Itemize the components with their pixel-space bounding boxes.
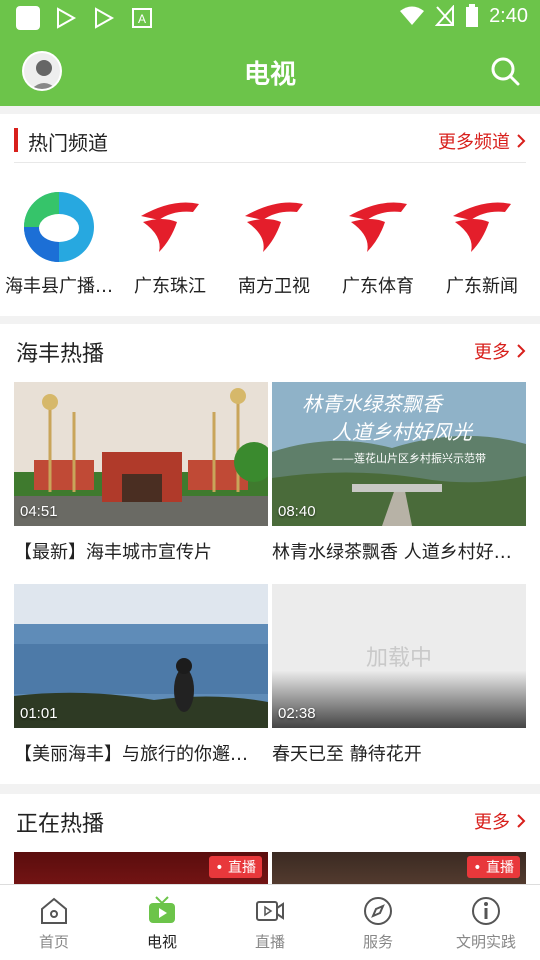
nav-home[interactable]: 首页 <box>0 885 108 960</box>
more-label: 更多 <box>474 342 510 363</box>
section-title: 热门频道 <box>28 131 108 155</box>
nav-label: 首页 <box>38 933 69 951</box>
compass-icon <box>364 897 392 925</box>
more-label: 更多 <box>474 812 510 833</box>
channel-item[interactable]: 海丰县广播… <box>0 190 118 298</box>
video-duration: 02:38 <box>278 705 316 722</box>
section-title: 正在热播 <box>16 812 105 837</box>
overlay-title: 人道乡村好风光 <box>332 420 472 444</box>
video-card[interactable]: 加载中 02:38 春天已至 静待花开 <box>272 584 526 766</box>
video-thumbnail: 01:01 <box>14 584 268 728</box>
svg-text:A: A <box>138 12 146 26</box>
live-icon <box>256 901 284 921</box>
channel-item[interactable]: 广东新闻 <box>430 190 534 298</box>
search-icon[interactable] <box>490 56 520 86</box>
guangdong-tv-logo-icon <box>245 202 303 252</box>
haifeng-hot-section: 海丰热播 更多 04:51 【最新】海丰城市宣传片 林青水绿茶飘香 人道乡村好风… <box>0 324 540 784</box>
nav-civilization[interactable]: 文明实践 <box>432 885 540 960</box>
video-card[interactable]: 01:01 【美丽海丰】与旅行的你邂… <box>14 584 268 766</box>
haifeng-logo-icon <box>24 192 94 262</box>
more-channels-link[interactable]: 更多频道 <box>438 128 526 154</box>
channel-name: 南方卫视 <box>238 276 310 297</box>
video-duration: 01:01 <box>20 705 58 722</box>
more-link[interactable]: 更多 <box>474 808 526 834</box>
no-signal-icon <box>435 5 455 26</box>
channel-name: 广东新闻 <box>446 276 518 297</box>
bottom-navigation: 首页 电视 直播 服务 文明实践 <box>0 884 540 960</box>
notification-icon <box>16 6 40 30</box>
loading-placeholder: 加载中 <box>365 646 432 671</box>
nav-label: 电视 <box>146 933 177 951</box>
nav-label: 直播 <box>254 933 285 951</box>
video-caption: 林青水绿茶飘香 人道乡村好… <box>272 542 512 563</box>
info-icon <box>472 897 500 925</box>
video-caption: 【美丽海丰】与旅行的你邂… <box>14 744 248 765</box>
video-duration: 04:51 <box>20 503 58 520</box>
app-store-icon: A <box>132 8 152 28</box>
video-caption: 【最新】海丰城市宣传片 <box>14 542 212 563</box>
divider <box>14 162 526 163</box>
video-thumbnail: 04:51 <box>14 382 268 526</box>
overlay-subtitle: ——莲花山片区乡村振兴示范带 <box>332 452 486 465</box>
chevron-right-icon <box>517 344 526 358</box>
nav-live[interactable]: 直播 <box>216 885 324 960</box>
home-icon <box>41 897 67 924</box>
status-time: 2:40 <box>489 4 528 27</box>
channel-item[interactable]: 广东珠江 <box>118 190 222 298</box>
nav-tv[interactable]: 电视 <box>108 885 216 960</box>
chevron-right-icon <box>517 134 526 148</box>
video-card[interactable]: 林青水绿茶飘香 人道乡村好风光 ——莲花山片区乡村振兴示范带 08:40 林青水… <box>272 382 526 564</box>
section-marker <box>14 128 18 152</box>
video-thumbnail: 加载中 02:38 <box>272 584 526 728</box>
more-label: 更多频道 <box>438 132 510 153</box>
guangdong-tv-logo-icon <box>349 202 407 252</box>
section-title: 海丰热播 <box>16 342 105 367</box>
channel-name: 广东体育 <box>342 276 414 297</box>
channel-item[interactable]: 广东体育 <box>326 190 430 298</box>
tv-icon <box>149 896 175 923</box>
battery-icon <box>466 4 479 27</box>
play-store-icon <box>95 7 115 29</box>
channel-name: 海丰县广播… <box>5 276 113 297</box>
hot-channels-section: 热门频道 更多频道 海丰县广播… 广东珠江 南方卫视 广东体育 广东新闻 <box>0 114 540 316</box>
wifi-icon <box>400 6 425 25</box>
video-caption: 春天已至 静待花开 <box>272 744 422 765</box>
nav-label: 文明实践 <box>455 933 516 951</box>
channel-name: 广东珠江 <box>134 276 206 297</box>
chevron-right-icon <box>517 814 526 828</box>
app-bar: 电视 <box>0 36 540 106</box>
overlay-title: 林青水绿茶飘香 <box>302 392 442 416</box>
guangdong-tv-logo-icon <box>453 202 511 252</box>
video-duration: 08:40 <box>278 503 316 520</box>
page-title: 电视 <box>243 60 296 90</box>
nav-service[interactable]: 服务 <box>324 885 432 960</box>
nav-label: 服务 <box>362 933 393 951</box>
live-badge: • 直播 <box>467 856 520 878</box>
video-thumbnail: 林青水绿茶飘香 人道乡村好风光 ——莲花山片区乡村振兴示范带 08:40 <box>272 382 526 526</box>
channel-item[interactable]: 南方卫视 <box>222 190 326 298</box>
status-bar: A 2:40 <box>0 0 540 36</box>
play-store-icon <box>57 7 77 29</box>
guangdong-tv-logo-icon <box>141 202 199 252</box>
video-card[interactable]: 04:51 【最新】海丰城市宣传片 <box>14 382 268 564</box>
live-badge: • 直播 <box>209 856 262 878</box>
more-link[interactable]: 更多 <box>474 338 526 364</box>
